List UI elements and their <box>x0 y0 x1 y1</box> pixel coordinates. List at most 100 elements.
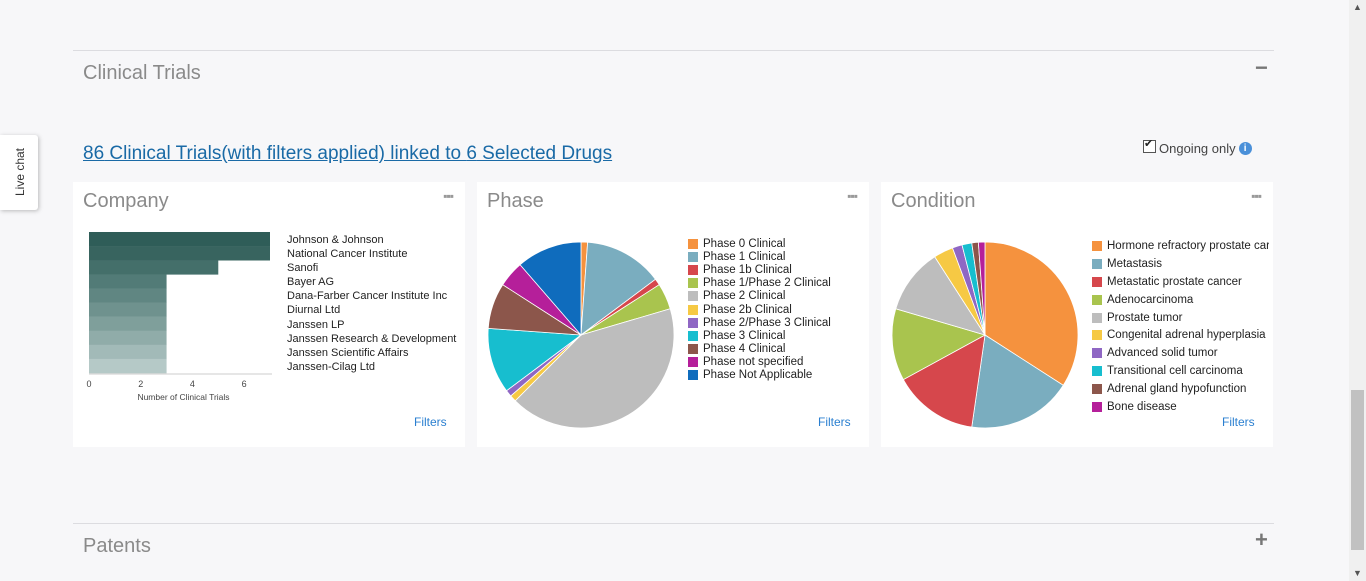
legend-swatch <box>1092 258 1102 269</box>
company-labels: Johnson & Johnson National Cancer Institu… <box>287 233 459 374</box>
legend-item[interactable]: Phase 1b Clinical <box>688 263 831 276</box>
legend-item[interactable]: Phase 2b Clinical <box>688 303 831 316</box>
clinical-trials-summary-link[interactable]: 86 Clinical Trials(with filters applied)… <box>83 143 612 165</box>
company-filters-link[interactable]: Filters <box>414 415 447 429</box>
legend-swatch <box>688 238 698 249</box>
ongoing-only-filter[interactable]: Ongoing only i <box>1143 137 1252 156</box>
company-label[interactable]: Janssen-Cilag Ltd <box>287 360 459 374</box>
company-label[interactable]: Janssen Scientific Affairs <box>287 346 459 360</box>
legend-swatch <box>1092 240 1102 251</box>
bar-5[interactable] <box>89 302 167 317</box>
legend-label: Transitional cell carcinoma <box>1107 365 1243 378</box>
legend-item[interactable]: Phase 1 Clinical <box>688 250 831 263</box>
section-divider <box>73 50 1274 51</box>
legend-item[interactable]: Phase 4 Clinical <box>688 343 831 356</box>
plus-icon[interactable]: + <box>1255 529 1268 551</box>
legend-label: Phase 2b Clinical <box>703 303 792 316</box>
ongoing-only-checkbox[interactable] <box>1143 137 1156 153</box>
phase-card-title: Phase <box>487 190 544 212</box>
bar-6[interactable] <box>89 316 167 331</box>
legend-swatch <box>1092 348 1102 359</box>
bar-1[interactable] <box>89 246 270 261</box>
company-label[interactable]: National Cancer Institute <box>287 247 459 261</box>
condition-card-title: Condition <box>891 190 976 212</box>
legend-item[interactable]: Congenital adrenal hyperplasia <box>1092 326 1269 344</box>
legend-item[interactable]: Bone disease <box>1092 398 1269 416</box>
legend-label: Phase 1b Clinical <box>703 263 792 276</box>
legend-label: Hormone refractory prostate car <box>1107 239 1269 252</box>
legend-item[interactable]: Phase 1/Phase 2 Clinical <box>688 277 831 290</box>
legend-swatch <box>688 251 698 262</box>
collapse-icon[interactable]: − <box>1255 57 1268 79</box>
company-label[interactable]: Bayer AG <box>287 275 459 289</box>
legend-item[interactable]: Phase 0 Clinical <box>688 237 831 250</box>
legend-item[interactable]: Phase not specified <box>688 356 831 369</box>
scroll-up-icon[interactable]: ▲ <box>1353 2 1362 12</box>
legend-item[interactable]: Phase 2/Phase 3 Clinical <box>688 316 831 329</box>
legend-swatch <box>688 370 698 381</box>
legend-swatch <box>1092 384 1102 395</box>
patents-title: Patents <box>83 535 151 557</box>
page-scrollbar[interactable]: ▲ ▼ <box>1349 0 1366 581</box>
legend-item[interactable]: Phase Not Applicable <box>688 369 831 382</box>
legend-swatch <box>1092 401 1102 412</box>
company-label[interactable]: Janssen LP <box>287 318 459 332</box>
condition-pie-chart <box>891 241 1079 429</box>
legend-swatch <box>688 278 698 289</box>
trial-count: 86 <box>83 143 105 164</box>
live-chat-button[interactable]: Live chat <box>0 135 38 210</box>
legend-label: Phase 2 Clinical <box>703 290 786 303</box>
phase-filters-link[interactable]: Filters <box>818 415 851 429</box>
legend-swatch <box>688 330 698 341</box>
legend-item[interactable]: Transitional cell carcinoma <box>1092 362 1269 380</box>
legend-label: Phase not specified <box>703 356 804 369</box>
legend-swatch <box>688 304 698 315</box>
bar-8[interactable] <box>89 344 167 360</box>
company-label[interactable]: Janssen Research & Development L <box>287 332 459 346</box>
bar-7[interactable] <box>89 330 167 346</box>
ellipsis-icon[interactable]: ▪▪▪ <box>1251 189 1262 203</box>
bar-4[interactable] <box>89 288 167 303</box>
company-label[interactable]: Diurnal Ltd <box>287 303 459 317</box>
ellipsis-icon[interactable]: ▪▪▪ <box>847 189 858 203</box>
company-label[interactable]: Johnson & Johnson <box>287 233 459 247</box>
legend-item[interactable]: Advanced solid tumor <box>1092 344 1269 362</box>
bar-9[interactable] <box>89 358 167 374</box>
legend-label: Phase Not Applicable <box>703 369 813 382</box>
legend-label: Phase 4 Clinical <box>703 343 786 356</box>
x-tick-label: 2 <box>138 379 143 389</box>
legend-swatch <box>1092 312 1102 323</box>
info-icon[interactable]: i <box>1238 142 1252 155</box>
bar-0[interactable] <box>89 232 270 247</box>
legend-swatch <box>1092 294 1102 305</box>
summary-text: Clinical Trials(with filters applied) li… <box>104 143 467 164</box>
x-axis-label: Number of Clinical Trials <box>137 392 229 402</box>
scroll-down-icon[interactable]: ▼ <box>1353 568 1362 578</box>
legend-swatch <box>688 317 698 328</box>
legend-item[interactable]: Metastasis <box>1092 255 1269 273</box>
company-label[interactable]: Sanofi <box>287 261 459 275</box>
legend-item[interactable]: Hormone refractory prostate car <box>1092 237 1269 255</box>
legend-item[interactable]: Adrenal gland hypofunction <box>1092 380 1269 398</box>
x-tick-label: 6 <box>242 379 247 389</box>
section-divider <box>73 523 1274 524</box>
company-card: Company ▪▪▪ 0 2 4 6 Number of Clinical Trial… <box>73 182 465 447</box>
legend-label: Advanced solid tumor <box>1107 347 1218 360</box>
ongoing-only-label: Ongoing only <box>1159 141 1236 156</box>
legend-label: Metastasis <box>1107 257 1162 270</box>
condition-card: Condition ▪▪▪ Hormone refractory prostat… <box>881 182 1273 447</box>
legend-item[interactable]: Phase 2 Clinical <box>688 290 831 303</box>
condition-filters-link[interactable]: Filters <box>1222 415 1255 429</box>
legend-item[interactable]: Phase 3 Clinical <box>688 329 831 342</box>
legend-swatch <box>1092 276 1102 287</box>
legend-label: Phase 1/Phase 2 Clinical <box>703 277 831 290</box>
bar-3[interactable] <box>89 274 167 289</box>
live-chat-label: Live chat <box>13 147 27 197</box>
phase-legend: Phase 0 Clinical Phase 1 Clinical Phase 1b… <box>688 237 831 382</box>
company-label[interactable]: Dana-Farber Cancer Institute Inc <box>287 289 459 303</box>
bar-2[interactable] <box>89 260 219 275</box>
legend-item[interactable]: Adenocarcinoma <box>1092 291 1269 309</box>
legend-item[interactable]: Prostate tumor <box>1092 309 1269 327</box>
scrollbar-thumb[interactable] <box>1351 390 1364 550</box>
legend-item[interactable]: Metastatic prostate cancer <box>1092 273 1269 291</box>
